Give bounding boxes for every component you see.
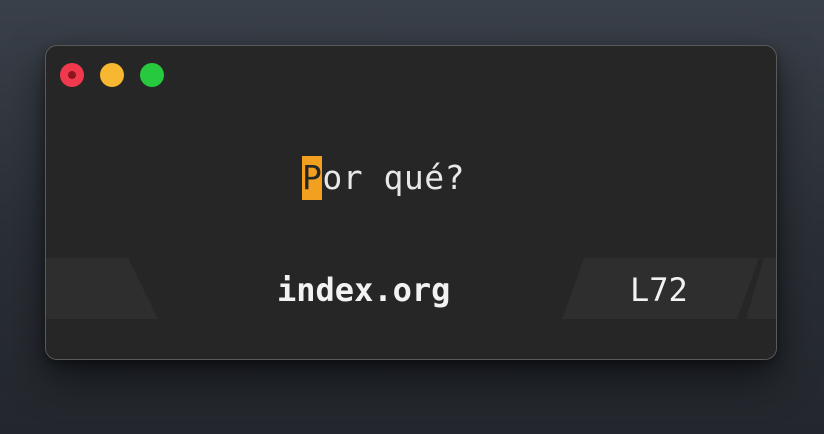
mode-line: index.org L72 xyxy=(46,258,776,319)
close-button[interactable] xyxy=(60,63,84,87)
buffer-name: index.org xyxy=(277,271,451,309)
editor-text-line[interactable]: Por qué? xyxy=(302,156,465,200)
text-cursor: P xyxy=(302,156,323,200)
window-controls xyxy=(60,63,164,87)
line-text: or qué? xyxy=(322,158,465,197)
minimize-button[interactable] xyxy=(100,63,124,87)
minibuffer[interactable] xyxy=(46,319,776,359)
editor-window: Por qué? index.org L72 xyxy=(45,45,777,360)
line-number-indicator: L72 xyxy=(630,271,688,309)
zoom-button[interactable] xyxy=(140,63,164,87)
mode-line-left-segment xyxy=(46,258,158,319)
